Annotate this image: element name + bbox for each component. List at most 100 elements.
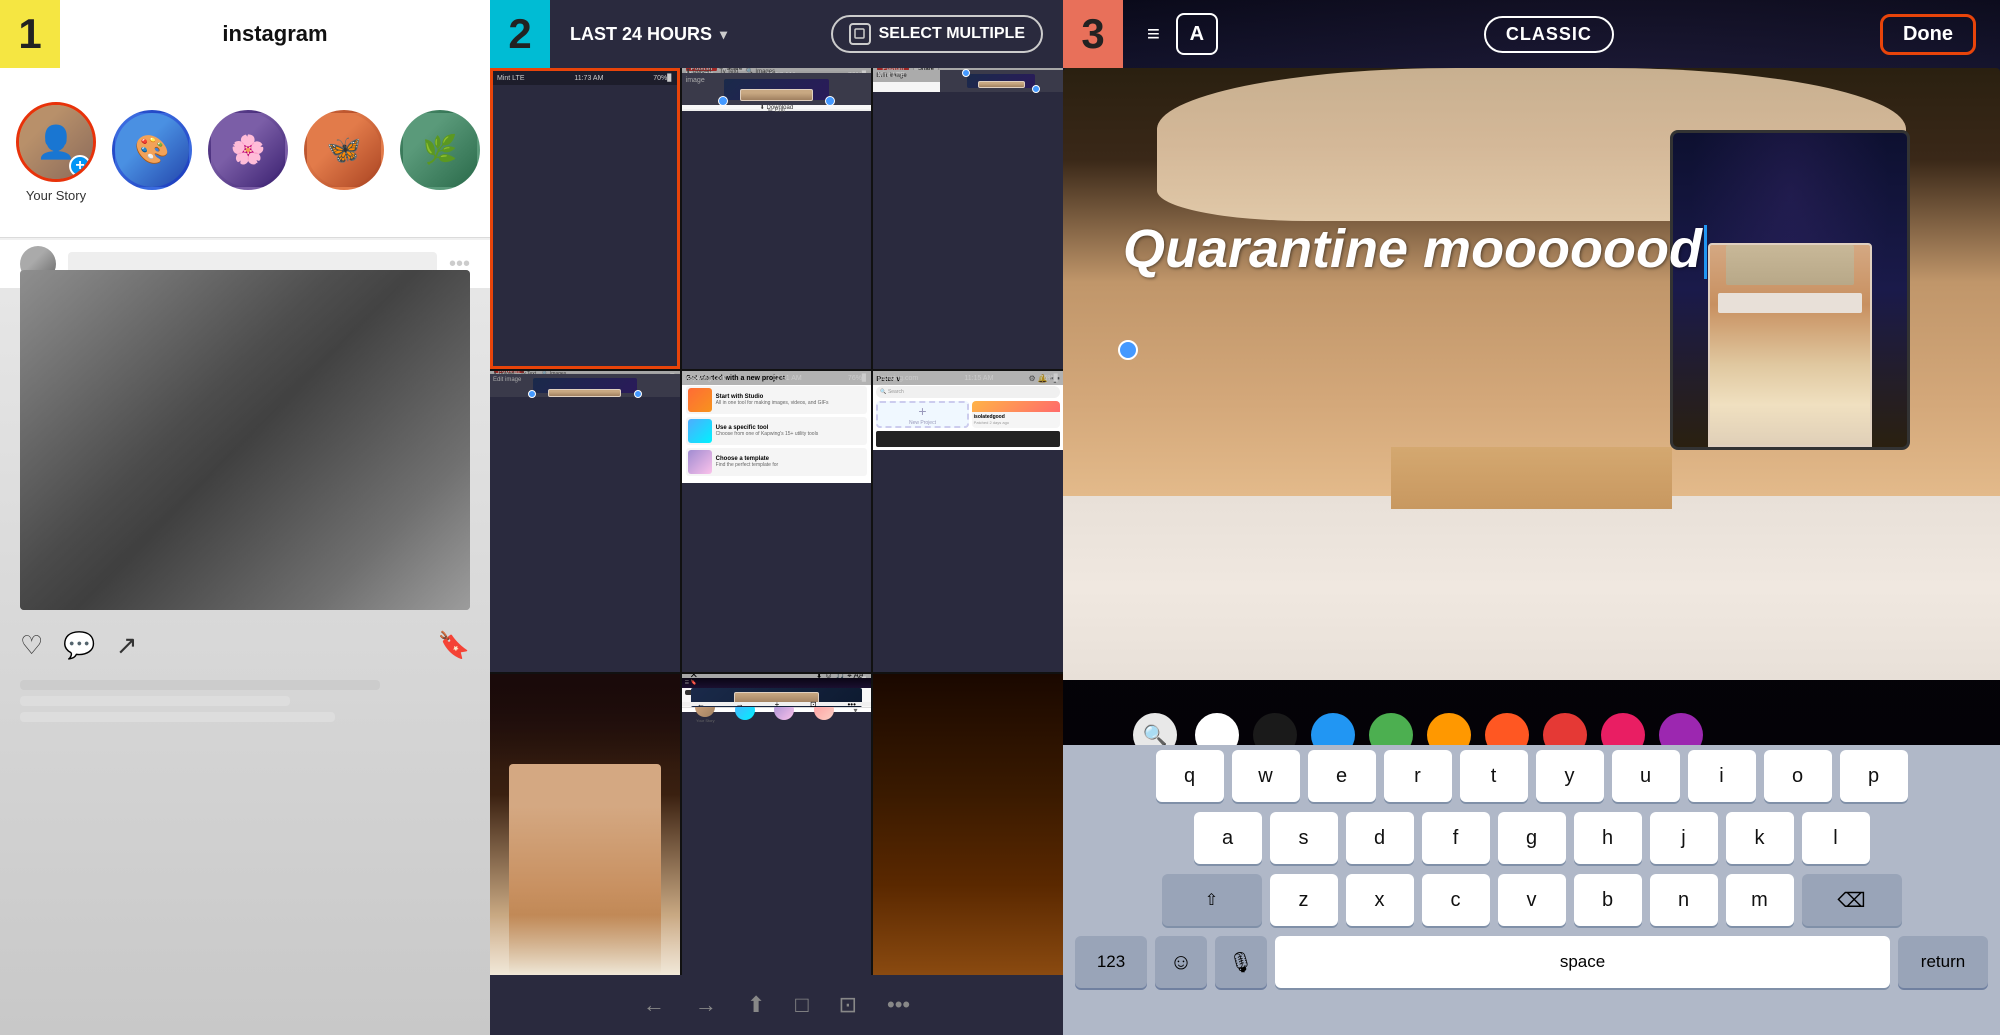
selection-handle[interactable] bbox=[1118, 340, 1138, 360]
screenshot-cell-5[interactable]: kapwing.com11:91 AM76%▊ Get started with… bbox=[682, 371, 872, 672]
feed-caption bbox=[20, 680, 470, 722]
key-l[interactable]: l bbox=[1802, 812, 1870, 864]
key-y[interactable]: y bbox=[1536, 750, 1604, 802]
key-p[interactable]: p bbox=[1840, 750, 1908, 802]
screenshot-cell-3[interactable]: Mint LTE11:15 AM76%▊ Publish Share Edit … bbox=[873, 68, 1063, 369]
add-story-icon[interactable]: + bbox=[69, 155, 91, 177]
story-item-3[interactable]: 🌸 bbox=[208, 110, 288, 196]
key-e[interactable]: e bbox=[1308, 750, 1376, 802]
screenshot-cell-8[interactable]: Mint LTE11:10 AM64%▊ ✕ ⬇ ☺ 🎵 ⌖ Aa ☰ 🔖 bbox=[682, 674, 872, 975]
screenshot-cell-2[interactable]: Mint LTE11:57 AM76%▊ Publish Share ⬆ Upl… bbox=[682, 68, 872, 369]
last24-label: LAST 24 HOURS bbox=[570, 24, 712, 45]
key-k[interactable]: k bbox=[1726, 812, 1794, 864]
key-w[interactable]: w bbox=[1232, 750, 1300, 802]
key-n[interactable]: n bbox=[1650, 874, 1718, 926]
key-q[interactable]: q bbox=[1156, 750, 1224, 802]
screenshot-cell-7[interactable] bbox=[490, 674, 680, 975]
inset-photo-card bbox=[1670, 130, 1910, 450]
key-u[interactable]: u bbox=[1612, 750, 1680, 802]
keyboard-row-3: ⇧ z x c v b n m ⌫ bbox=[1063, 869, 2000, 931]
key-b[interactable]: b bbox=[1574, 874, 1642, 926]
select-multiple-icon bbox=[849, 23, 871, 45]
panel-1: 1 instagram 👤 + Your Story 🎨 🌸 bbox=[0, 0, 490, 1035]
panel-2: 2 LAST 24 HOURS ▾ SELECT MULTIPLE Mint L… bbox=[490, 0, 1063, 1035]
space-key[interactable]: space bbox=[1275, 936, 1890, 988]
key-d[interactable]: d bbox=[1346, 812, 1414, 864]
share-bottom-icon[interactable]: ⬆ bbox=[747, 992, 765, 1018]
story-your-story[interactable]: 👤 + Your Story bbox=[16, 102, 96, 203]
share-icon[interactable]: ↗ bbox=[116, 630, 138, 661]
done-button[interactable]: Done bbox=[1880, 14, 1976, 55]
panel-1-title: instagram bbox=[222, 21, 327, 47]
header-left-controls: ≡ A bbox=[1147, 13, 1218, 55]
key-r[interactable]: r bbox=[1384, 750, 1452, 802]
screenshot-cell-9[interactable] bbox=[873, 674, 1063, 975]
font-type-icon[interactable]: A bbox=[1176, 13, 1218, 55]
key-o[interactable]: o bbox=[1764, 750, 1832, 802]
feed-area: ••• ♡ 💬 ↗ 🔖 bbox=[0, 240, 490, 1035]
feed-actions-row: ♡ 💬 ↗ 🔖 bbox=[20, 620, 470, 670]
delete-key[interactable]: ⌫ bbox=[1802, 874, 1902, 926]
keyboard-row-1: q w e r t y u i o p bbox=[1063, 745, 2000, 807]
keyboard-row-2: a s d f g h j k l bbox=[1063, 807, 2000, 869]
text-cursor bbox=[1704, 225, 1707, 279]
screenshots-grid: Mint LTE11:73 AM70%▊ Mint LTE11:57 AM76%… bbox=[490, 68, 1063, 975]
key-x[interactable]: x bbox=[1346, 874, 1414, 926]
panel-3-number: 3 bbox=[1063, 0, 1123, 68]
screenshot-cell-4[interactable]: Mint LTE11:73 AM70%▊ Publish ⬆ UploadTy … bbox=[490, 371, 680, 672]
panel-1-number: 1 bbox=[0, 0, 60, 68]
story-item-5[interactable]: 🌿 bbox=[400, 110, 480, 196]
screenshot-cell-6[interactable]: kapwing.com11:15 AM76%▊ Peter ∨ ⚙ 🔔 ➕ 🔍 … bbox=[873, 371, 1063, 672]
key-s[interactable]: s bbox=[1270, 812, 1338, 864]
key-i[interactable]: i bbox=[1688, 750, 1756, 802]
key-z[interactable]: z bbox=[1270, 874, 1338, 926]
comment-icon[interactable]: 💬 bbox=[63, 630, 95, 661]
return-key[interactable]: return bbox=[1898, 936, 1988, 988]
more-bottom-icon[interactable]: ••• bbox=[887, 992, 910, 1018]
text-overlay: Quarantine mooooood bbox=[1123, 220, 1940, 279]
key-m[interactable]: m bbox=[1726, 874, 1794, 926]
status-bar-5: kapwing.com11:91 AM76%▊ bbox=[682, 371, 872, 385]
your-story-label: Your Story bbox=[26, 188, 86, 203]
bookmark-icon[interactable]: 🔖 bbox=[438, 630, 470, 661]
panel-1-header: instagram bbox=[0, 0, 490, 68]
feed-post-image bbox=[20, 270, 470, 610]
emoji-key[interactable]: ☺ bbox=[1155, 936, 1207, 988]
panel-2-bottom-bar: ← → ⬆ □ ⊡ ••• bbox=[490, 975, 1063, 1035]
bookmark-bottom-icon[interactable]: □ bbox=[795, 992, 808, 1018]
stories-row: 👤 + Your Story 🎨 🌸 🦋 🌿 bbox=[0, 68, 490, 238]
status-bar-1: Mint LTE11:73 AM70%▊ bbox=[493, 71, 677, 85]
classic-button[interactable]: CLASSIC bbox=[1484, 16, 1614, 53]
key-f[interactable]: f bbox=[1422, 812, 1490, 864]
key-h[interactable]: h bbox=[1574, 812, 1642, 864]
font-icon-label: A bbox=[1190, 23, 1204, 46]
shift-key[interactable]: ⇧ bbox=[1162, 874, 1262, 926]
panel-3-header: ≡ A CLASSIC Done bbox=[1123, 0, 2000, 68]
tabs-icon[interactable]: ⊡ bbox=[839, 992, 857, 1018]
key-c[interactable]: c bbox=[1422, 874, 1490, 926]
key-v[interactable]: v bbox=[1498, 874, 1566, 926]
key-j[interactable]: j bbox=[1650, 812, 1718, 864]
mic-key[interactable]: 🎙 bbox=[1215, 936, 1267, 988]
panel-2-toolbar: LAST 24 HOURS ▾ SELECT MULTIPLE bbox=[550, 0, 1063, 68]
keyboard-row-4: 123 ☺ 🎙 space return bbox=[1063, 931, 2000, 993]
key-g[interactable]: g bbox=[1498, 812, 1566, 864]
back-icon[interactable]: ← bbox=[643, 992, 665, 1018]
story-text[interactable]: Quarantine mooooood bbox=[1123, 219, 1702, 279]
panel-3: 3 ≡ A CLASSIC Done bbox=[1063, 0, 2000, 1035]
chevron-down-icon: ▾ bbox=[720, 26, 727, 43]
panel-2-number: 2 bbox=[490, 0, 550, 68]
select-multiple-label: SELECT MULTIPLE bbox=[879, 25, 1025, 43]
numbers-key[interactable]: 123 bbox=[1075, 936, 1147, 988]
screenshot-cell-1[interactable]: Mint LTE11:73 AM70%▊ bbox=[490, 68, 680, 369]
key-a[interactable]: a bbox=[1194, 812, 1262, 864]
story-item-4[interactable]: 🦋 bbox=[304, 110, 384, 196]
forward-icon[interactable]: → bbox=[695, 992, 717, 1018]
key-t[interactable]: t bbox=[1460, 750, 1528, 802]
select-multiple-button[interactable]: SELECT MULTIPLE bbox=[831, 15, 1043, 53]
story-item-2[interactable]: 🎨 bbox=[112, 110, 192, 196]
last24-button[interactable]: LAST 24 HOURS ▾ bbox=[570, 24, 727, 45]
status-bar-6: kapwing.com11:15 AM76%▊ bbox=[873, 371, 1063, 385]
heart-icon[interactable]: ♡ bbox=[20, 630, 43, 661]
hamburger-icon[interactable]: ≡ bbox=[1147, 21, 1160, 47]
